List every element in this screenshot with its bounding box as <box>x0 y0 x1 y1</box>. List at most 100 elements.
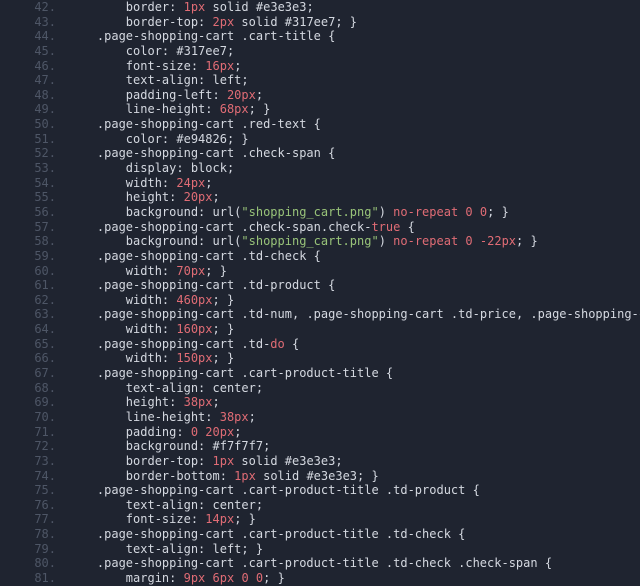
token-prop: height <box>126 190 169 204</box>
code-content[interactable]: border: 1px solid #e3e3e3; border-top: 2… <box>68 0 640 586</box>
token-kw: true <box>371 220 400 234</box>
code-line[interactable]: text-align: left; } <box>68 542 640 557</box>
token-hex: #e3e3e3 <box>306 469 357 483</box>
code-line[interactable]: background: url("shopping_cart.png") no-… <box>68 205 640 220</box>
token-sel: .page-shopping-cart .td-product <box>97 278 321 292</box>
code-editor[interactable]: 42.43.44.45.46.47.48.49.50.51.52.53.54.5… <box>0 0 640 586</box>
token-sel: .page-shopping-cart .td-check <box>97 249 307 263</box>
token-punc: : <box>162 44 176 58</box>
code-line[interactable]: padding-left: 20px; <box>68 88 640 103</box>
code-line[interactable]: .page-shopping-cart .cart-product-title … <box>68 483 640 498</box>
line-number: 81. <box>0 571 56 586</box>
token-punc: { <box>538 556 552 570</box>
code-line[interactable]: text-align: center; <box>68 381 640 396</box>
code-line[interactable]: line-height: 38px; <box>68 410 640 425</box>
token-sel: .page-shopping-cart .td-price <box>306 307 516 321</box>
line-number: 62. <box>0 293 56 308</box>
token-num: 1px <box>234 469 256 483</box>
line-number: 67. <box>0 366 56 381</box>
token-num: 0 <box>241 571 248 585</box>
line-number: 45. <box>0 44 56 59</box>
code-line[interactable]: display: block; <box>68 161 640 176</box>
code-line[interactable]: width: 24px; <box>68 176 640 191</box>
code-line[interactable]: text-align: center; <box>68 498 640 513</box>
token-punc: ; <box>256 381 263 395</box>
code-line[interactable]: text-align: left; <box>68 73 640 88</box>
code-line[interactable]: .page-shopping-cart .red-text { <box>68 117 640 132</box>
code-line[interactable]: color: #317ee7; <box>68 44 640 59</box>
token-punc: ; <box>256 498 263 512</box>
token-prop: solid <box>263 469 299 483</box>
code-line[interactable]: font-size: 14px; } <box>68 512 640 527</box>
code-line[interactable]: width: 460px; } <box>68 293 640 308</box>
line-number: 61. <box>0 278 56 293</box>
token-hex: #e94826 <box>176 132 227 146</box>
line-number: 44. <box>0 29 56 44</box>
code-line[interactable]: height: 20px; <box>68 190 640 205</box>
token-punc: : <box>162 293 176 307</box>
token-sel: .page-shopping-cart .cart-product-title <box>97 366 379 380</box>
line-number: 75. <box>0 483 56 498</box>
token-prop: width <box>126 351 162 365</box>
code-line[interactable]: .page-shopping-cart .td-do { <box>68 337 640 352</box>
code-line[interactable]: width: 160px; } <box>68 322 640 337</box>
token-prop: border-top <box>126 15 198 29</box>
token-punc: : <box>198 15 212 29</box>
code-line[interactable]: margin: 9px 6px 0 0; } <box>68 571 640 586</box>
token-prop: border-bottom <box>126 469 220 483</box>
code-line[interactable]: background: url("shopping_cart.png") no-… <box>68 234 640 249</box>
token-punc: { <box>451 527 465 541</box>
code-line[interactable]: border: 1px solid #e3e3e3; <box>68 0 640 15</box>
code-line[interactable]: width: 150px; } <box>68 351 640 366</box>
token-num: 20px <box>227 88 256 102</box>
token-prop: left <box>213 73 242 87</box>
line-number: 56. <box>0 205 56 220</box>
code-line[interactable]: border-bottom: 1px solid #e3e3e3; } <box>68 469 640 484</box>
token-punc: : <box>198 73 212 87</box>
token-prop: solid <box>213 0 249 14</box>
token-prop: display <box>126 161 177 175</box>
code-line[interactable]: .page-shopping-cart .td-num, .page-shopp… <box>68 307 640 322</box>
token-prop: font-size <box>126 59 191 73</box>
token-punc <box>205 571 212 585</box>
token-punc: : <box>176 425 190 439</box>
token-sel: .page-shopping-cart .cart-product-title … <box>97 556 538 570</box>
token-punc: : <box>169 571 183 585</box>
line-number: 77. <box>0 512 56 527</box>
token-punc: , <box>292 307 306 321</box>
code-line[interactable]: .page-shopping-cart .check-span.check-tr… <box>68 220 640 235</box>
code-line[interactable]: color: #e94826; } <box>68 132 640 147</box>
code-line[interactable]: border-top: 2px solid #317ee7; } <box>68 15 640 30</box>
token-sel: .page-shopping-cart .red-text <box>97 117 307 131</box>
token-punc: ; <box>213 190 220 204</box>
code-line[interactable]: .page-shopping-cart .cart-title { <box>68 29 640 44</box>
token-punc: : <box>205 102 219 116</box>
code-line[interactable]: background: #f7f7f7; <box>68 439 640 454</box>
token-punc <box>249 0 256 14</box>
code-line[interactable]: .page-shopping-cart .check-span { <box>68 146 640 161</box>
token-num: 24px <box>176 176 205 190</box>
code-line[interactable]: line-height: 68px; } <box>68 102 640 117</box>
token-prop: padding-left <box>126 88 213 102</box>
token-punc: { <box>379 366 393 380</box>
code-line[interactable]: .page-shopping-cart .cart-product-title … <box>68 366 640 381</box>
code-line[interactable]: height: 38px; <box>68 395 640 410</box>
token-punc <box>473 234 480 248</box>
token-punc: ; } <box>213 351 235 365</box>
code-line[interactable]: .page-shopping-cart .td-check { <box>68 249 640 264</box>
code-line[interactable]: width: 70px; } <box>68 264 640 279</box>
line-number-gutter: 42.43.44.45.46.47.48.49.50.51.52.53.54.5… <box>0 0 68 586</box>
token-punc: : <box>169 395 183 409</box>
code-line[interactable]: padding: 0 20px; <box>68 425 640 440</box>
token-punc: : <box>162 176 176 190</box>
token-punc: ; <box>234 59 241 73</box>
code-line[interactable]: border-top: 1px solid #e3e3e3; <box>68 454 640 469</box>
token-punc <box>205 0 212 14</box>
token-prop: color <box>126 132 162 146</box>
token-prop: border <box>126 0 169 14</box>
code-line[interactable]: font-size: 16px; <box>68 59 640 74</box>
code-line[interactable]: .page-shopping-cart .td-product { <box>68 278 640 293</box>
token-num: -22px <box>480 234 516 248</box>
code-line[interactable]: .page-shopping-cart .cart-product-title … <box>68 556 640 571</box>
code-line[interactable]: .page-shopping-cart .cart-product-title … <box>68 527 640 542</box>
